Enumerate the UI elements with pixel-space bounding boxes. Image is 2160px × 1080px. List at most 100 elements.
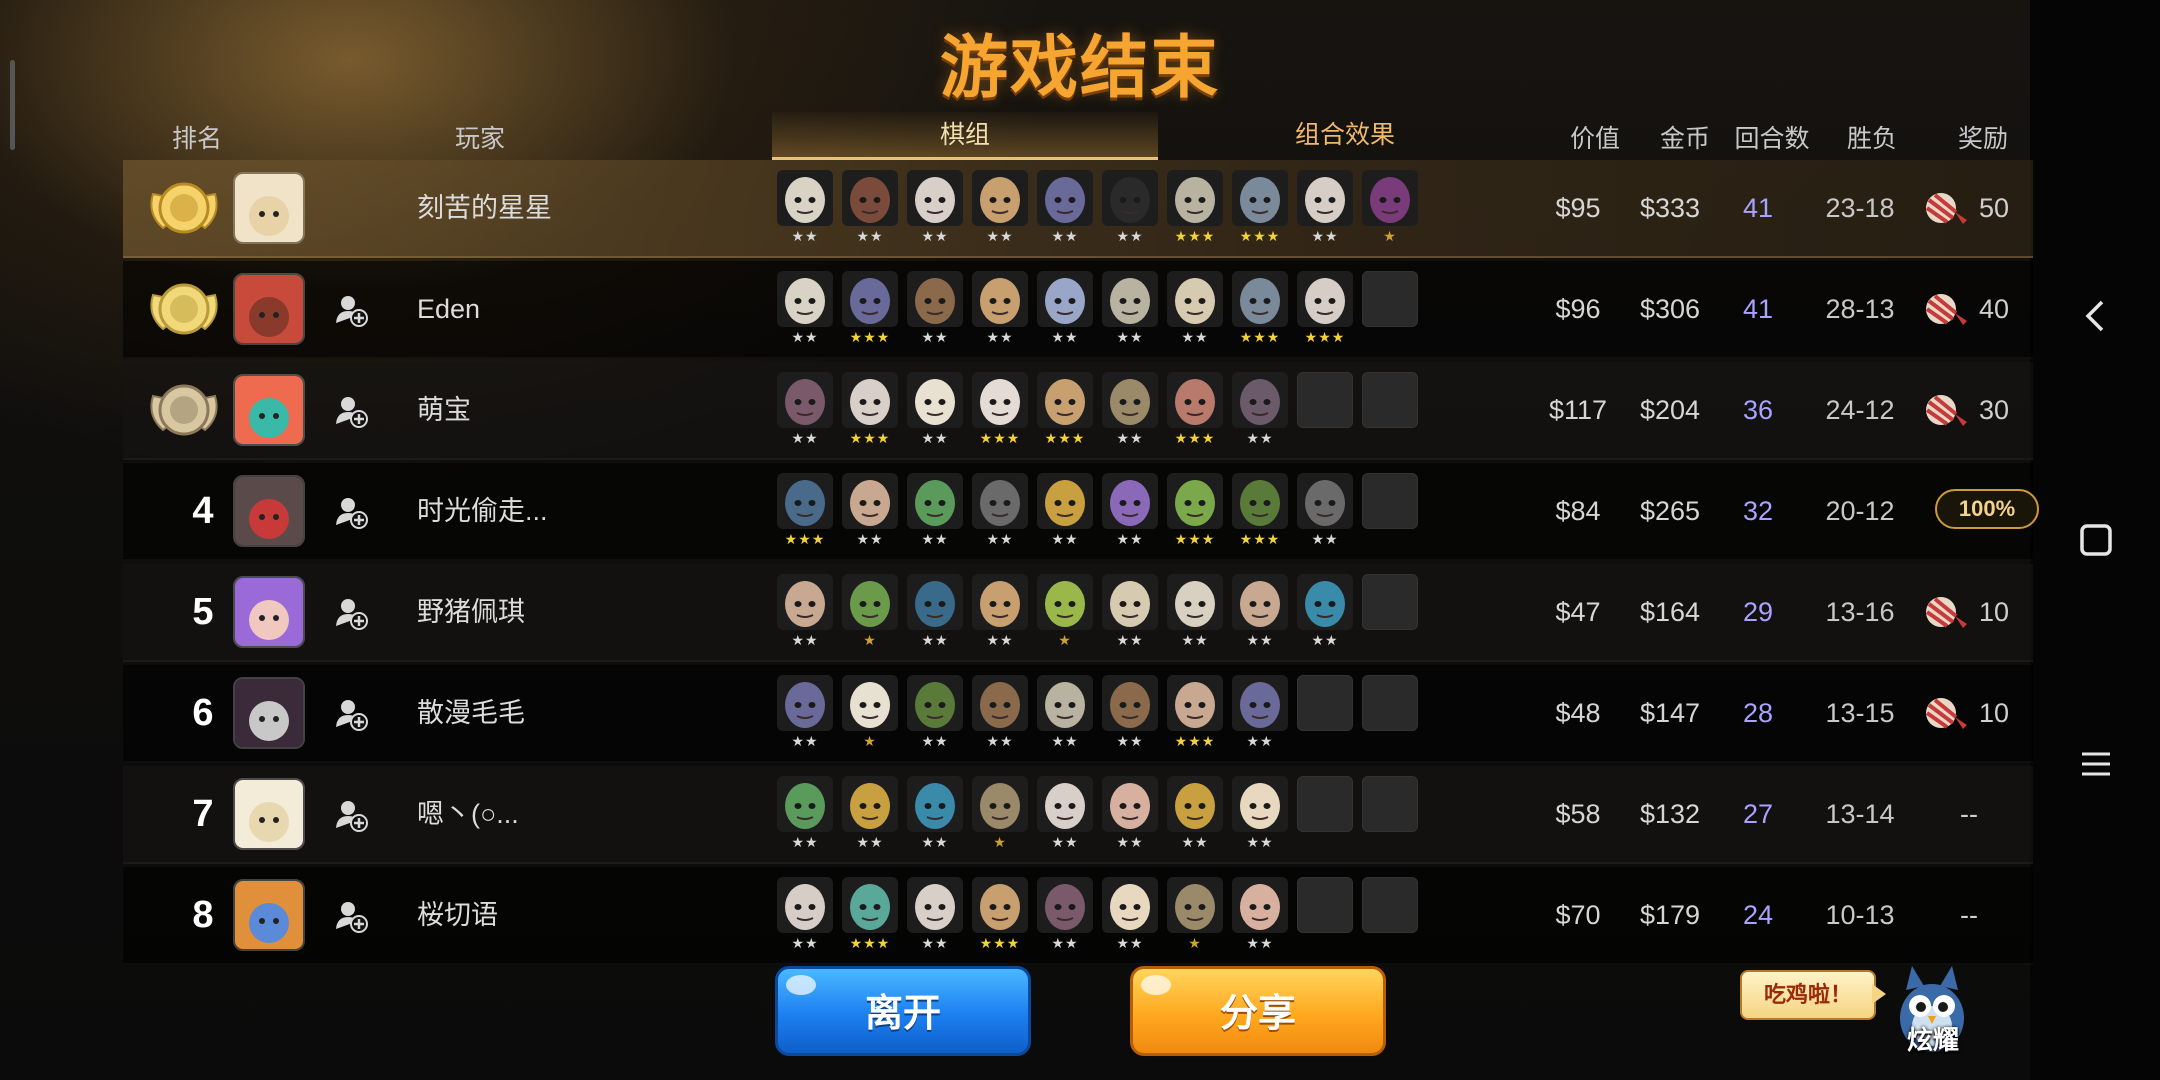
share-button[interactable]: 分享 — [1130, 966, 1386, 1056]
chess-piece[interactable]: ★★★ — [1232, 170, 1288, 254]
chess-piece[interactable]: ★★ — [1102, 574, 1158, 658]
chess-piece[interactable]: ★★ — [907, 473, 963, 557]
chess-piece[interactable]: ★ — [1037, 574, 1093, 658]
chess-piece[interactable]: ★★★ — [842, 271, 898, 355]
chess-piece[interactable]: ★★ — [777, 675, 833, 759]
avatar[interactable] — [233, 273, 305, 345]
leave-button[interactable]: 离开 — [775, 966, 1031, 1056]
chess-piece[interactable]: ★★ — [842, 170, 898, 254]
flaunt-label[interactable]: 炫耀 — [1898, 1022, 1968, 1058]
chess-piece[interactable]: ★★ — [1232, 574, 1288, 658]
chess-piece[interactable]: ★★ — [907, 170, 963, 254]
chess-piece[interactable]: ★ — [972, 776, 1028, 860]
chess-piece[interactable]: ★★★ — [1232, 271, 1288, 355]
add-friend-icon[interactable] — [333, 493, 369, 529]
avatar[interactable] — [233, 576, 305, 648]
tab-lineup[interactable]: 棋组 — [772, 112, 1158, 160]
table-row[interactable]: 8 桜切语 ★★ ★★★ ★★ ★★★ ★★ ★★ ★ ★★ $70 $179 … — [123, 867, 2033, 965]
chess-piece[interactable]: ★★ — [1037, 170, 1093, 254]
tab-combo-effects[interactable]: 组合效果 — [1180, 112, 1510, 158]
chess-piece[interactable]: ★★ — [972, 170, 1028, 254]
add-friend-icon[interactable] — [333, 796, 369, 832]
avatar[interactable] — [233, 475, 305, 547]
chess-piece[interactable]: ★★ — [907, 271, 963, 355]
chess-piece[interactable]: ★★ — [1037, 675, 1093, 759]
add-friend-icon[interactable] — [333, 392, 369, 428]
table-row[interactable]: 刻苦的星星 ★★ ★★ ★★ ★★ ★★ ★★ ★★★ ★★★ ★★ ★ $95… — [123, 160, 2033, 258]
chess-piece[interactable]: ★★ — [1102, 877, 1158, 961]
chess-piece[interactable]: ★★ — [1297, 170, 1353, 254]
chess-piece[interactable]: ★★ — [1232, 372, 1288, 456]
chess-piece[interactable]: ★★ — [1232, 776, 1288, 860]
chess-piece[interactable]: ★★ — [1297, 473, 1353, 557]
chess-piece[interactable]: ★★ — [842, 473, 898, 557]
table-row[interactable]: 6 散漫毛毛 ★★ ★ ★★ ★★ ★★ ★★ ★★★ ★★ $48 $147 … — [123, 665, 2033, 763]
home-icon[interactable] — [2068, 512, 2124, 568]
chess-piece[interactable]: ★★ — [1037, 877, 1093, 961]
chess-piece[interactable]: ★★★ — [972, 877, 1028, 961]
chess-piece[interactable]: ★★★ — [842, 372, 898, 456]
chess-piece[interactable]: ★★ — [777, 877, 833, 961]
chess-piece[interactable]: ★★ — [1102, 675, 1158, 759]
avatar[interactable] — [233, 879, 305, 951]
chess-piece[interactable]: ★★ — [777, 574, 833, 658]
chess-piece[interactable]: ★★ — [1167, 271, 1223, 355]
chess-piece[interactable]: ★★★ — [1167, 675, 1223, 759]
chess-piece[interactable]: ★★ — [1102, 271, 1158, 355]
chess-piece[interactable]: ★★★ — [1037, 372, 1093, 456]
chess-piece[interactable]: ★★ — [777, 372, 833, 456]
chess-piece[interactable]: ★★★ — [1297, 271, 1353, 355]
chess-piece[interactable]: ★★ — [1167, 574, 1223, 658]
chess-piece[interactable]: ★★ — [1037, 776, 1093, 860]
chess-piece[interactable]: ★ — [1167, 877, 1223, 961]
chess-piece[interactable]: ★★★ — [1232, 473, 1288, 557]
chess-piece[interactable]: ★★ — [777, 271, 833, 355]
chess-piece[interactable]: ★ — [842, 675, 898, 759]
chess-piece[interactable]: ★★ — [1102, 473, 1158, 557]
add-friend-icon[interactable] — [333, 695, 369, 731]
avatar[interactable] — [233, 778, 305, 850]
avatar[interactable] — [233, 677, 305, 749]
menu-icon[interactable] — [2068, 736, 2124, 792]
add-friend-icon[interactable] — [333, 594, 369, 630]
avatar[interactable] — [233, 374, 305, 446]
table-row[interactable]: 萌宝 ★★ ★★★ ★★ ★★★ ★★★ ★★ ★★★ ★★ $117 $204… — [123, 362, 2033, 460]
chess-piece[interactable]: ★★ — [907, 574, 963, 658]
chess-piece[interactable]: ★★ — [777, 776, 833, 860]
chess-piece[interactable]: ★★ — [907, 877, 963, 961]
table-row[interactable]: Eden ★★ ★★★ ★★ ★★ ★★ ★★ ★★ ★★★ ★★★ $96 $… — [123, 261, 2033, 359]
chess-piece[interactable]: ★ — [1362, 170, 1418, 254]
chess-piece[interactable]: ★★★ — [777, 473, 833, 557]
chess-piece[interactable]: ★★★ — [1167, 170, 1223, 254]
chess-piece[interactable]: ★★ — [1102, 170, 1158, 254]
chess-piece[interactable]: ★★ — [777, 170, 833, 254]
chess-piece[interactable]: ★★★ — [842, 877, 898, 961]
chess-piece[interactable]: ★★ — [1297, 574, 1353, 658]
chess-piece[interactable]: ★★ — [1037, 473, 1093, 557]
avatar[interactable] — [233, 172, 305, 244]
chess-piece[interactable]: ★★ — [907, 675, 963, 759]
chess-piece[interactable]: ★ — [842, 574, 898, 658]
chess-piece[interactable]: ★★ — [842, 776, 898, 860]
chess-piece[interactable]: ★★★ — [972, 372, 1028, 456]
chess-piece[interactable]: ★★ — [1167, 776, 1223, 860]
table-row[interactable]: 4 时光偷走... ★★★ ★★ ★★ ★★ ★★ ★★ ★★★ ★★★ ★★ … — [123, 463, 2039, 561]
back-icon[interactable] — [2068, 288, 2124, 344]
chess-piece[interactable]: ★★★ — [1167, 372, 1223, 456]
table-row[interactable]: 5 野猪佩琪 ★★ ★ ★★ ★★ ★ ★★ ★★ ★★ ★★ $47 $164… — [123, 564, 2033, 662]
chess-piece[interactable]: ★★ — [972, 271, 1028, 355]
add-friend-icon[interactable] — [333, 897, 369, 933]
table-row[interactable]: 7 嗯丶(○... ★★ ★★ ★★ ★ ★★ ★★ ★★ ★★ $58 $13… — [123, 766, 2033, 864]
chess-piece[interactable]: ★★ — [1102, 372, 1158, 456]
chess-piece[interactable]: ★★ — [1232, 675, 1288, 759]
chess-piece[interactable]: ★★ — [907, 372, 963, 456]
add-friend-icon[interactable] — [333, 291, 369, 327]
chess-piece[interactable]: ★★ — [1102, 776, 1158, 860]
chess-piece[interactable]: ★★★ — [1167, 473, 1223, 557]
chess-piece[interactable]: ★★ — [907, 776, 963, 860]
chess-piece[interactable]: ★★ — [972, 675, 1028, 759]
chess-piece[interactable]: ★★ — [1037, 271, 1093, 355]
chess-piece[interactable]: ★★ — [1232, 877, 1288, 961]
chess-piece[interactable]: ★★ — [972, 473, 1028, 557]
chess-piece[interactable]: ★★ — [972, 574, 1028, 658]
